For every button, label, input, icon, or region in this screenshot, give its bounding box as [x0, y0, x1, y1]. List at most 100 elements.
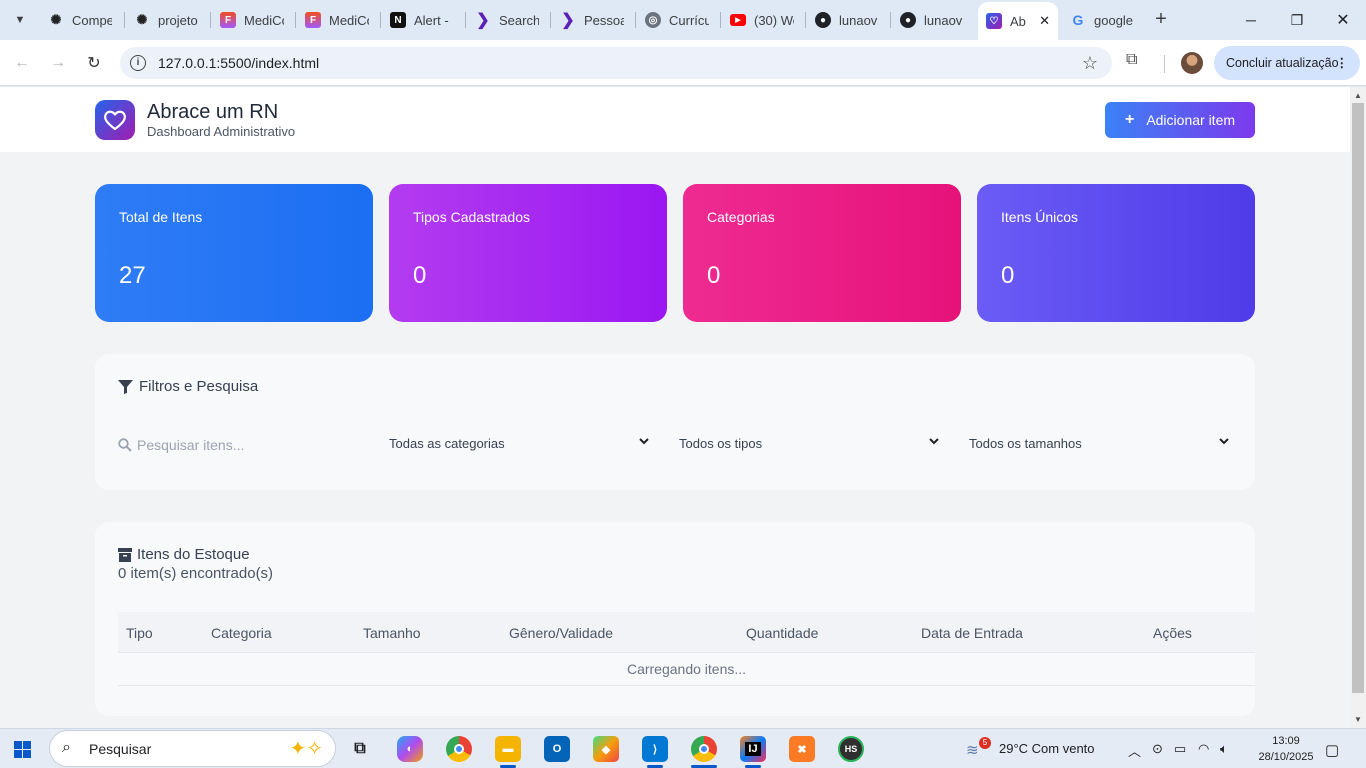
forward-button[interactable]: → [46, 51, 70, 75]
volume-icon[interactable]: 🔈︎ [1220, 741, 1228, 757]
arrow-icon: ❯ [561, 12, 575, 29]
chrome-icon[interactable] [446, 736, 472, 762]
browser-tab[interactable]: ▶ (30) We [722, 6, 806, 34]
new-tab-button[interactable]: + [1150, 8, 1172, 32]
back-button[interactable]: ← [10, 51, 34, 75]
browser-tab-active[interactable]: ♡ Ab ✕ [978, 2, 1058, 40]
browser-tab[interactable]: N Alert - [382, 6, 466, 34]
stat-label: Itens Únicos [1001, 209, 1079, 225]
google-icon: G [1072, 12, 1084, 28]
file-explorer-icon[interactable]: ▬ [495, 736, 521, 762]
browser-tab[interactable]: ● lunaov [892, 6, 976, 34]
extensions-icon[interactable]: ⧉ [1126, 51, 1137, 69]
arrow-icon: ❯ [476, 12, 490, 29]
reload-button[interactable]: ↻ [82, 51, 106, 75]
chevron-down-icon [1219, 438, 1229, 445]
notifications-icon[interactable]: ▢ [1325, 741, 1339, 759]
update-button[interactable]: Concluir atualização ⋮ [1214, 46, 1360, 80]
stat-label: Categorias [707, 209, 775, 225]
hs-app-icon[interactable]: HS [838, 736, 864, 762]
page-scrollbar[interactable]: ▲ ▼ [1350, 87, 1366, 728]
scroll-up-icon[interactable]: ▲ [1354, 91, 1362, 100]
browser-tab[interactable]: ● lunaov [807, 6, 891, 34]
stock-title: Itens do Estoque [118, 546, 250, 563]
windows-start-icon[interactable] [14, 741, 31, 758]
taskbar-search[interactable]: ⌕ Pesquisar ✦✧ [49, 730, 336, 767]
wifi-icon[interactable]: ◠ [1198, 741, 1209, 757]
stat-label: Total de Itens [119, 209, 203, 225]
column-header[interactable]: Ações [1153, 625, 1192, 641]
weather-icon[interactable]: ≋ [966, 741, 979, 759]
browser-tab[interactable]: ❯ Search [467, 6, 551, 34]
battery-icon[interactable]: ▭ [1174, 741, 1186, 757]
column-header[interactable]: Tipo [126, 625, 153, 641]
url-text[interactable]: 127.0.0.1:5500/index.html [158, 55, 319, 71]
column-header[interactable]: Categoria [211, 625, 272, 641]
size-select[interactable]: Todos os tamanhos [969, 436, 1229, 454]
copilot-icon[interactable]: ◐ [397, 736, 423, 762]
filters-title: Filtros e Pesquisa [118, 378, 258, 395]
figma-icon: F [305, 12, 321, 28]
page-viewport: Abrace um RN Dashboard Administrativo + … [0, 87, 1350, 728]
search-icon: ⌕ [62, 739, 71, 756]
weather-badge: 5 [979, 737, 991, 749]
column-header[interactable]: Gênero/Validade [509, 625, 613, 641]
type-select[interactable]: Todos os tipos [679, 436, 939, 454]
restore-button[interactable]: ❐ [1274, 6, 1320, 34]
intellij-icon[interactable]: IJ [740, 736, 766, 762]
scroll-down-icon[interactable]: ▼ [1354, 715, 1362, 724]
app-title: Abrace um RN [147, 101, 279, 123]
stat-card-unique-items: Itens Únicos 0 [977, 184, 1255, 322]
address-bar[interactable]: i 127.0.0.1:5500/index.html ☆ [120, 47, 1112, 79]
stock-panel: Itens do Estoque 0 item(s) encontrado(s)… [95, 522, 1255, 716]
browser-tab[interactable]: G google [1062, 6, 1146, 34]
search-input[interactable]: Pesquisar itens... [118, 436, 368, 454]
kebab-menu-icon[interactable]: ⋮ [1336, 46, 1349, 80]
filters-panel: Filtros e Pesquisa Pesquisar itens... To… [95, 354, 1255, 490]
stat-card-categories: Categorias 0 [683, 184, 961, 322]
items-count: 0 item(s) encontrado(s) [118, 565, 274, 582]
app-subtitle: Dashboard Administrativo [147, 124, 296, 139]
browser-tab-bar: ▼ ✺ Compe ✺ projeto F MediCo F MediCo N … [0, 0, 1366, 40]
openai-icon: ✺ [136, 12, 148, 27]
browser-tab[interactable]: ◎ Currícu [637, 6, 721, 34]
site-info-icon[interactable]: i [130, 55, 146, 71]
app-icon[interactable]: ◆ [593, 736, 619, 762]
xampp-icon[interactable]: ✖ [789, 736, 815, 762]
figma-icon: F [220, 12, 236, 28]
app-header: Abrace um RN Dashboard Administrativo + … [0, 87, 1350, 152]
scrollbar-thumb[interactable] [1352, 103, 1364, 693]
bookmark-star-icon[interactable]: ☆ [1082, 53, 1098, 74]
filter-icon [118, 379, 133, 394]
stat-value: 0 [1001, 262, 1015, 289]
browser-tab[interactable]: ❯ Pessoa [552, 6, 636, 34]
chrome-profile-icon[interactable] [691, 736, 717, 762]
tab-search-button[interactable]: ▼ [8, 8, 32, 32]
add-item-button[interactable]: + Adicionar item [1105, 102, 1255, 138]
browser-tab[interactable]: ✺ projeto [126, 6, 210, 34]
minimize-button[interactable]: ─ [1228, 6, 1274, 34]
openai-icon: ✺ [50, 12, 62, 27]
heart-icon: ♡ [986, 13, 1002, 29]
profile-avatar[interactable] [1181, 52, 1203, 74]
browser-tab[interactable]: ✺ Compe [40, 6, 124, 34]
stat-value: 0 [413, 262, 427, 289]
browser-tab[interactable]: F MediCo [297, 6, 381, 34]
clock[interactable]: 13:09 28/10/2025 [1258, 733, 1314, 765]
vscode-icon[interactable]: ⟩ [642, 736, 668, 762]
close-tab-icon[interactable]: ✕ [1039, 13, 1050, 29]
category-select[interactable]: Todas as categorias [389, 436, 649, 454]
heart-logo-icon [95, 100, 135, 140]
column-header[interactable]: Tamanho [363, 625, 421, 641]
meet-now-icon[interactable]: ⊙ [1152, 741, 1163, 757]
column-header[interactable]: Data de Entrada [921, 625, 1023, 641]
github-icon: ● [900, 12, 916, 28]
browser-tab[interactable]: F MediCo [212, 6, 296, 34]
github-icon: ● [815, 12, 831, 28]
weather-text[interactable]: 29°C Com vento [999, 741, 1095, 756]
outlook-icon[interactable]: O [544, 736, 570, 762]
tray-chevron-up-icon[interactable]: ︿ [1128, 741, 1141, 760]
task-view-icon[interactable]: ⧉ [347, 736, 373, 762]
column-header[interactable]: Quantidade [746, 625, 818, 641]
close-window-button[interactable]: ✕ [1320, 6, 1366, 34]
